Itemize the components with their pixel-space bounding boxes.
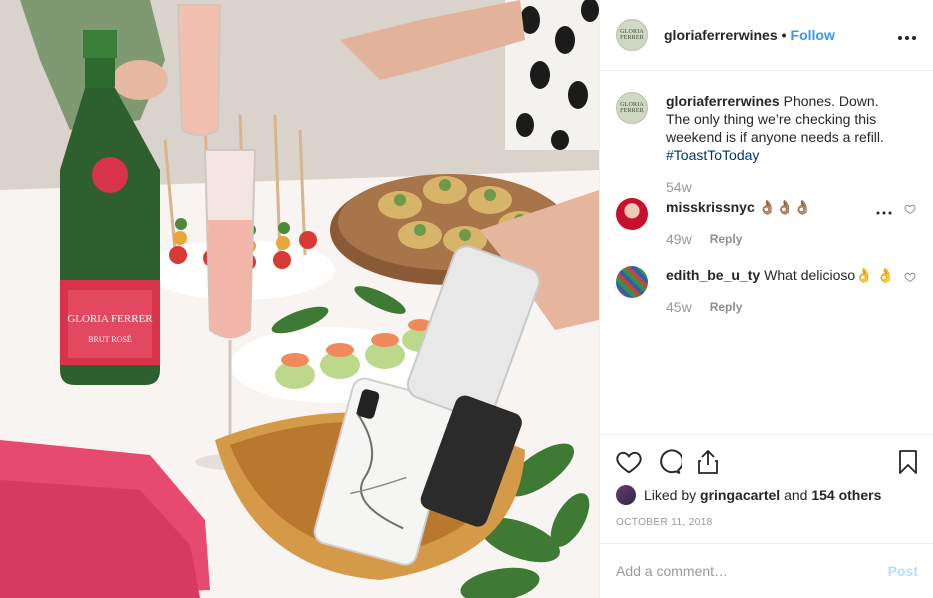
comment-age: 49w: [666, 231, 692, 247]
author-avatar[interactable]: GLORIA FERRER: [616, 19, 648, 51]
caption-age: 54w: [666, 179, 692, 195]
comment-item: edith_be_u_ty What delicioso👌 👌 45w Reply: [616, 266, 918, 316]
follow-button[interactable]: Follow: [791, 27, 835, 43]
caption-avatar-text: GLORIA FERRER: [620, 102, 644, 114]
likes-conjunction: and: [784, 487, 808, 503]
comment-age: 45w: [666, 299, 692, 315]
post-header: GLORIA FERRER gloriaferrerwines • Follow: [600, 0, 933, 71]
commenter-avatar[interactable]: [616, 198, 648, 230]
post-photo-illustration: GLORIA FERRER BRUT ROSÉ: [0, 0, 599, 598]
caption-comment: GLORIA FERRER gloriaferrerwines Phones. D…: [616, 92, 918, 196]
likes-summary: Liked by gringacartel and 154 others: [616, 485, 918, 505]
comment-username[interactable]: misskrissnyc: [666, 199, 755, 215]
liker-username[interactable]: gringacartel: [700, 487, 780, 503]
action-bar: [616, 435, 918, 489]
comment-icon[interactable]: [656, 442, 696, 482]
comment-username[interactable]: edith_be_u_ty: [666, 267, 760, 283]
post-button[interactable]: Post: [888, 563, 918, 579]
comment-like-icon[interactable]: [904, 202, 916, 218]
caption-username[interactable]: gloriaferrerwines: [666, 93, 780, 109]
bottle-label-brand: GLORIA FERRER: [67, 313, 153, 325]
post-date[interactable]: OCTOBER 11, 2018: [616, 517, 918, 528]
likes-others[interactable]: 154 others: [811, 487, 881, 503]
header-separator: •: [781, 27, 787, 43]
comment-text: 👌🏽👌🏽👌🏽: [758, 199, 812, 215]
comment-text: What delicioso👌 👌: [764, 267, 894, 283]
likes-prefix: Liked by: [644, 487, 697, 503]
post-side-panel: GLORIA FERRER gloriaferrerwines • Follow…: [599, 0, 933, 598]
author-username[interactable]: gloriaferrerwines: [664, 27, 778, 43]
reply-button[interactable]: Reply: [710, 230, 743, 248]
post-actions: Liked by gringacartel and 154 others OCT…: [600, 434, 933, 544]
heart-icon[interactable]: [616, 442, 656, 482]
caption-hashtag[interactable]: #ToastToToday: [666, 147, 759, 163]
author-avatar-text: GLORIA FERRER: [620, 29, 644, 41]
bookmark-icon[interactable]: [878, 442, 918, 482]
caption-avatar[interactable]: GLORIA FERRER: [616, 92, 648, 124]
liker-avatar[interactable]: [616, 485, 636, 505]
more-icon[interactable]: [897, 25, 917, 46]
comment-more-icon[interactable]: [876, 202, 892, 218]
share-icon[interactable]: [696, 442, 736, 482]
comment-input[interactable]: [616, 563, 888, 579]
post-photo[interactable]: GLORIA FERRER BRUT ROSÉ: [0, 0, 599, 598]
add-comment-bar: Post: [600, 543, 933, 598]
commenter-avatar[interactable]: [616, 266, 648, 298]
comment-like-icon[interactable]: [904, 270, 916, 286]
comment-item: misskrissnyc 👌🏽👌🏽👌🏽 49w Reply: [616, 198, 918, 248]
bottle-label-sub: BRUT ROSÉ: [88, 334, 132, 344]
reply-button[interactable]: Reply: [710, 298, 743, 316]
comments-list[interactable]: GLORIA FERRER gloriaferrerwines Phones. D…: [600, 72, 933, 434]
